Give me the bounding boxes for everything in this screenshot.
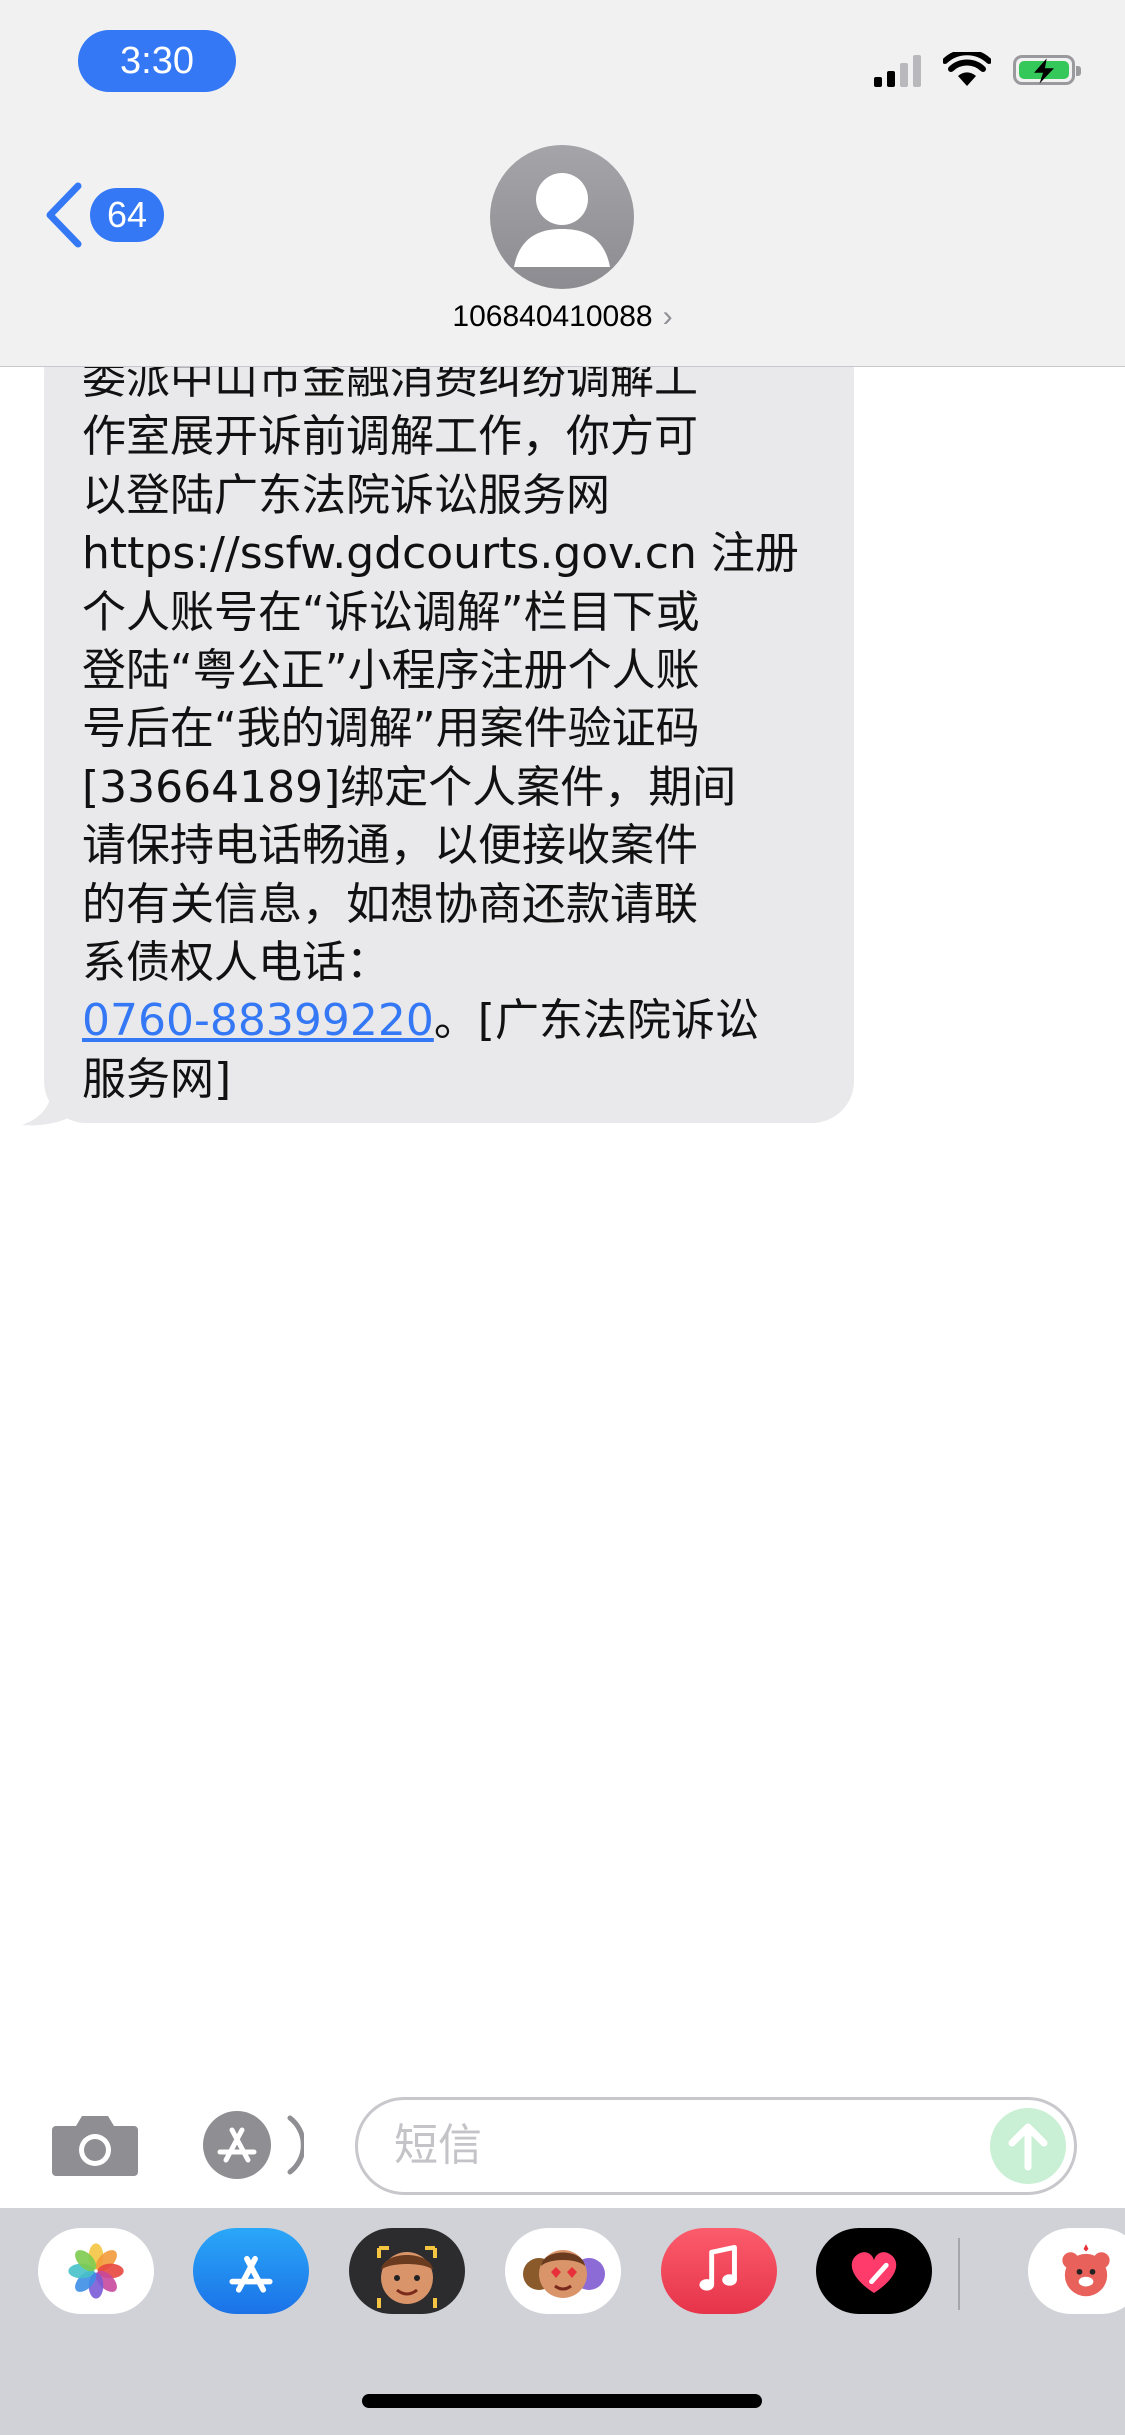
memoji-icon[interactable]: [349, 2228, 465, 2314]
message-input-placeholder: 短信: [394, 2120, 482, 2171]
message-line: [33664189]绑定个人案件，期间: [82, 761, 737, 813]
compose-bar: 短信: [0, 2090, 1125, 2200]
send-button[interactable]: [990, 2108, 1066, 2184]
animoji-icon[interactable]: [505, 2228, 621, 2314]
music-icon[interactable]: [661, 2228, 777, 2314]
photos-icon[interactable]: [38, 2228, 154, 2314]
message-line: https://ssfw.gdcourts.gov.cn 注册: [82, 528, 799, 580]
message-line: 的有关信息，如想协商还款请联: [82, 878, 698, 930]
cellular-signal-icon: [874, 53, 921, 87]
message-line: 作室展开诉前调解工作，你方可: [82, 411, 698, 463]
battery-charging-icon: [1013, 55, 1081, 85]
app-store-button[interactable]: [200, 2108, 304, 2182]
navigation-header: 3:30 64 106840410088 ›: [0, 0, 1125, 367]
sticker-app-icon[interactable]: [1028, 2228, 1125, 2314]
chevron-left-icon: [46, 182, 82, 248]
contact-name[interactable]: 106840410088 ›: [0, 300, 1125, 334]
message-input[interactable]: 短信: [355, 2097, 1077, 2195]
arrow-up-icon: [1008, 2123, 1048, 2171]
drawer-divider: [958, 2238, 960, 2310]
app-store-icon[interactable]: [193, 2228, 309, 2314]
camera-icon[interactable]: [50, 2112, 140, 2178]
back-button[interactable]: 64: [42, 180, 164, 250]
message-line: 系债权人电话：: [82, 936, 390, 988]
wifi-icon: [943, 52, 991, 86]
message-line: 以登陆广东法院诉讼服务网: [82, 469, 610, 521]
message-line: 服务网]: [82, 1053, 232, 1105]
status-time[interactable]: 3:30: [78, 30, 236, 92]
home-indicator[interactable]: [362, 2394, 762, 2408]
phone-link[interactable]: 0760-88399220: [82, 995, 434, 1046]
person-icon: [514, 173, 610, 267]
digital-touch-icon[interactable]: [816, 2228, 932, 2314]
message-line: 请保持电话畅通，以便接收案件: [82, 820, 698, 872]
contact-avatar[interactable]: [490, 145, 634, 289]
message-line: 个人账号在“诉讼调解”栏目下或: [82, 586, 700, 638]
status-icons: [874, 50, 1081, 90]
message-line: 号后在“我的调解”用案件验证码: [82, 703, 700, 755]
received-message-bubble[interactable]: 委派中山市金融消费纠纷调解工 作室展开诉前调解工作，你方可 以登陆广东法院诉讼服…: [44, 330, 854, 1123]
unread-count-badge: 64: [90, 188, 164, 242]
chevron-right-icon: ›: [662, 300, 673, 333]
message-line: 登陆“粤公正”小程序注册个人账: [82, 644, 700, 696]
message-line: 0760-88399220。[广东法院诉讼: [82, 995, 759, 1047]
